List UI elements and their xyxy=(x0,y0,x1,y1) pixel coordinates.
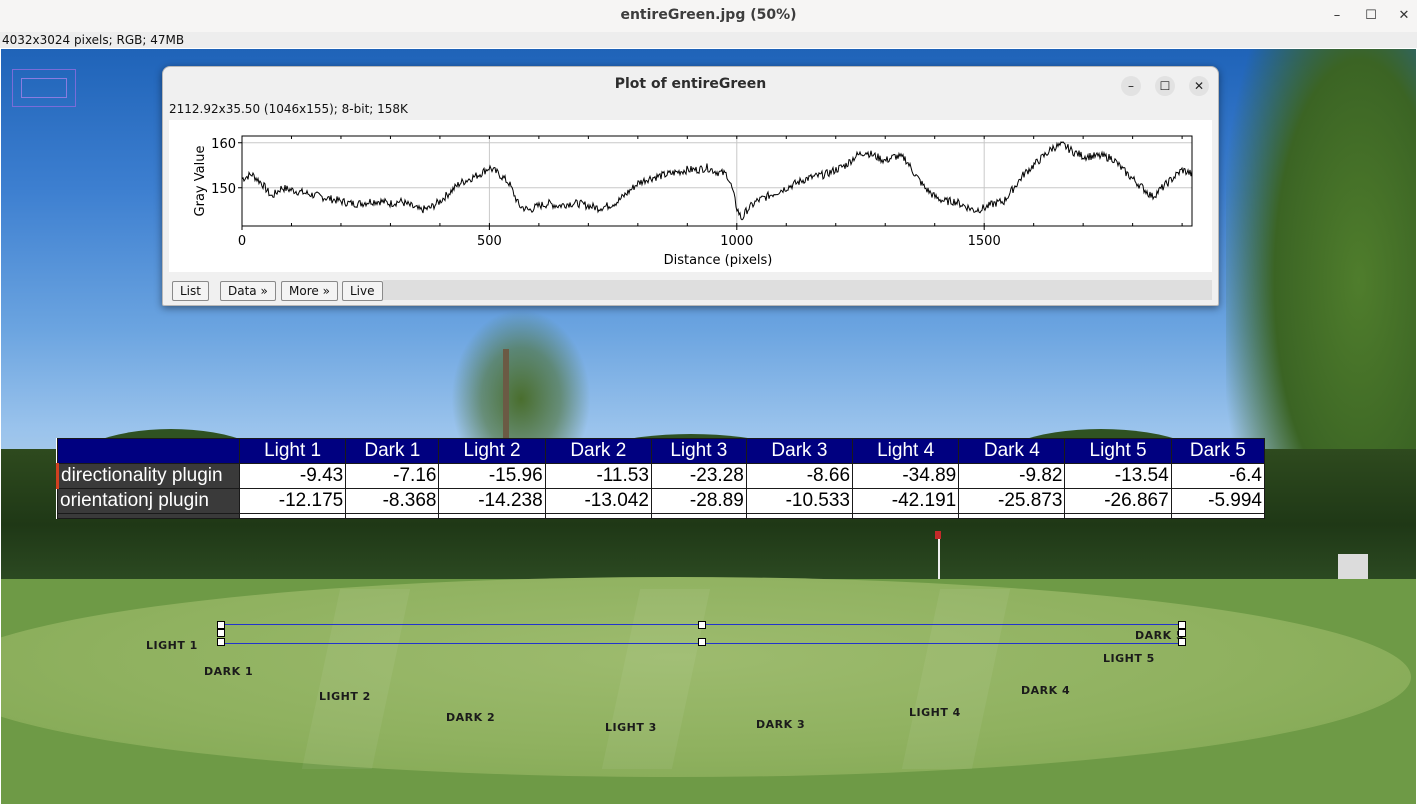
window-title: entireGreen.jpg (50%) xyxy=(620,7,797,23)
x-tick-label: 1500 xyxy=(968,234,1001,249)
plot-info: 2112.92x35.50 (1046x155); 8-bit; 158K xyxy=(169,102,408,116)
label-light-3: LIGHT 3 xyxy=(605,721,657,734)
more-button[interactable]: More » xyxy=(281,281,338,301)
live-button[interactable]: Live xyxy=(342,281,383,301)
column-header: Dark 5 xyxy=(1170,438,1266,464)
table-cell: -34.89 xyxy=(852,463,960,489)
column-header: Dark 3 xyxy=(745,438,854,464)
table-cell: -25.873 xyxy=(958,488,1066,514)
column-header: Light 3 xyxy=(650,438,747,464)
sign-board xyxy=(1338,554,1368,580)
column-header: Light 1 xyxy=(238,438,347,464)
plot-minimize-icon[interactable]: – xyxy=(1121,76,1141,96)
minimize-icon[interactable]: – xyxy=(1327,6,1347,26)
table-cell: -12.175 xyxy=(238,488,347,514)
table-cell: -23.28 xyxy=(650,463,747,489)
table-cell: -6.4 xyxy=(1170,463,1266,489)
table-corner-cell xyxy=(57,438,240,464)
row-label: directionality plugin xyxy=(56,463,240,489)
table-cell: -13.042 xyxy=(544,488,652,514)
window-titlebar: entireGreen.jpg (50%) – ☐ ✕ xyxy=(0,0,1417,33)
row-label: orientationj plugin xyxy=(57,488,240,514)
data-button[interactable]: Data » xyxy=(220,281,276,301)
maximize-icon[interactable]: ☐ xyxy=(1361,6,1381,26)
table-cell: -11.53 xyxy=(544,463,652,489)
label-light-5: LIGHT 5 xyxy=(1103,652,1155,665)
table-row: directionality plugin -9.43 -7.16 -15.96… xyxy=(56,463,1266,489)
profile-plot: 0 500 1000 1500 150 160 Distance (pixels) Gra… xyxy=(193,135,1193,268)
plot-window-title: Plot of entireGreen xyxy=(614,76,767,92)
plot-status-field xyxy=(383,280,1212,300)
table-header-row: Light 1 Dark 1 Light 2 Dark 2 Light 3 Da… xyxy=(57,438,1266,464)
table-cell: -5.994 xyxy=(1170,488,1266,514)
label-dark-4: DARK 4 xyxy=(1021,684,1071,697)
roi-handle[interactable] xyxy=(1178,629,1186,637)
label-light-4: LIGHT 4 xyxy=(909,706,961,719)
plot-window[interactable]: Plot of entireGreen – ☐ ✕ 2112.92x35.50 … xyxy=(162,66,1219,306)
plot-maximize-icon[interactable]: ☐ xyxy=(1155,76,1175,96)
label-light-2: LIGHT 2 xyxy=(319,690,371,703)
column-header: Light 2 xyxy=(438,438,546,464)
roi-handle[interactable] xyxy=(217,638,225,646)
table-cell: -9.43 xyxy=(238,463,347,489)
roi-handle[interactable] xyxy=(1178,621,1186,629)
table-cell: -9.82 xyxy=(958,463,1066,489)
roi-handle[interactable] xyxy=(698,621,706,629)
plot-area[interactable]: 0 500 1000 1500 150 160 Distance (pixels) Gra… xyxy=(169,120,1212,272)
table-cell: -26.867 xyxy=(1064,488,1172,514)
roi-handle[interactable] xyxy=(217,621,225,629)
roi-handle[interactable] xyxy=(698,638,706,646)
table-cell: -8.66 xyxy=(745,463,854,489)
roi-handle[interactable] xyxy=(1178,638,1186,646)
table-cell: -7.16 xyxy=(345,463,440,489)
x-tick-label: 1000 xyxy=(720,234,753,249)
list-button[interactable]: List xyxy=(172,281,209,301)
column-header: Dark 1 xyxy=(345,438,440,464)
table-cell: -8.368 xyxy=(345,488,440,514)
table-row-empty xyxy=(57,513,1266,519)
roi-rectangle-small[interactable] xyxy=(12,69,76,107)
column-header: Light 5 xyxy=(1064,438,1172,464)
x-axis-label: Distance (pixels) xyxy=(664,253,773,268)
flag xyxy=(935,531,941,539)
column-header: Dark 2 xyxy=(544,438,652,464)
table-cell: -14.238 xyxy=(438,488,546,514)
column-header: Dark 4 xyxy=(958,438,1066,464)
y-axis-label: Gray Value xyxy=(193,146,208,217)
image-info-bar: 4032x3024 pixels; RGB; 47MB xyxy=(0,32,1417,48)
label-light-1: LIGHT 1 xyxy=(146,639,198,652)
y-tick-label: 150 xyxy=(211,182,236,197)
x-tick-label: 500 xyxy=(477,234,502,249)
table-cell: -42.191 xyxy=(852,488,960,514)
label-dark-1: DARK 1 xyxy=(204,665,254,678)
table-cell: -13.54 xyxy=(1064,463,1172,489)
table-row: orientationj plugin -12.175 -8.368 -14.2… xyxy=(57,488,1266,514)
close-icon[interactable]: ✕ xyxy=(1394,6,1414,26)
roi-handle[interactable] xyxy=(217,629,225,637)
y-tick-label: 160 xyxy=(211,137,236,152)
table-cell: -15.96 xyxy=(438,463,546,489)
label-dark-2: DARK 2 xyxy=(446,711,496,724)
label-dark-3: DARK 3 xyxy=(756,718,806,731)
results-table-overlay: Light 1 Dark 1 Light 2 Dark 2 Light 3 Da… xyxy=(56,438,1266,519)
table-cell: -28.89 xyxy=(650,488,747,514)
profile-line xyxy=(241,141,1193,221)
column-header: Light 4 xyxy=(852,438,960,464)
x-tick-label: 0 xyxy=(238,234,246,249)
plot-close-icon[interactable]: ✕ xyxy=(1189,76,1209,96)
table-cell: -10.533 xyxy=(745,488,854,514)
